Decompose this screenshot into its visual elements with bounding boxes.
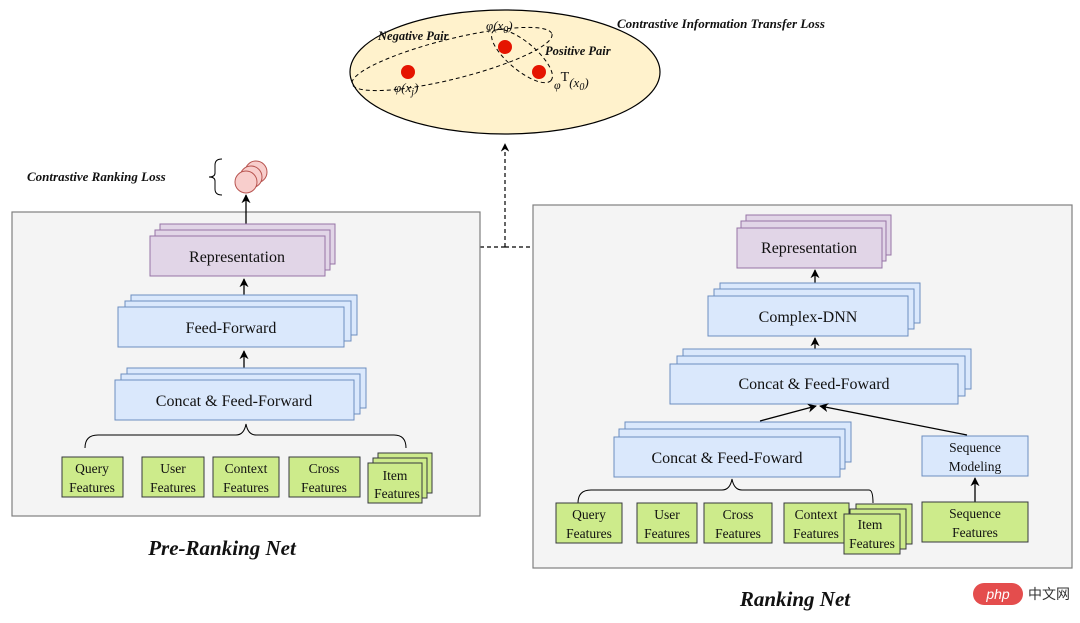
- rank-feature-cross: Cross Features: [703, 502, 773, 544]
- complex-dnn-block: Complex-DNN: [707, 282, 921, 337]
- pre-features: Query Features User Features Context Fea…: [61, 452, 433, 504]
- pre-representation-block: Representation: [149, 223, 336, 277]
- svg-text:Features: Features: [69, 480, 115, 495]
- pre-feature-context: Context Features: [212, 456, 280, 498]
- pre-feed-forward-label: Feed-Forward: [186, 320, 277, 337]
- pre-feature-item: Item Features: [367, 452, 433, 504]
- rank-concat-ff-top-block: Concat & Feed-Foward: [669, 348, 972, 405]
- svg-text:Features: Features: [793, 526, 839, 541]
- contrastive-transfer-loss-title: Contrastive Information Transfer Loss: [617, 16, 825, 31]
- svg-text:User: User: [654, 507, 680, 522]
- rank-concat-ff-top-label: Concat & Feed-Foward: [738, 376, 889, 393]
- pre-concat-ff-label: Concat & Feed-Forward: [156, 393, 312, 410]
- pre-feature-cross: Cross Features: [288, 456, 361, 498]
- negative-pair-label: Negative Pair: [377, 29, 449, 43]
- watermark-brand: php: [985, 586, 1010, 602]
- rank-representation-label: Representation: [761, 240, 857, 257]
- rank-concat-ff-bottom-block: Concat & Feed-Foward: [613, 421, 852, 478]
- pre-representation-label: Representation: [189, 249, 285, 266]
- svg-text:Features: Features: [566, 526, 612, 541]
- rank-feature-item: Item Features: [843, 503, 913, 555]
- svg-text:Context: Context: [795, 507, 838, 522]
- rank-feature-sequence: Sequence Features: [921, 501, 1029, 543]
- svg-text:Sequence: Sequence: [949, 440, 1001, 455]
- svg-text:Features: Features: [150, 480, 196, 495]
- watermark: php 中文网: [973, 583, 1070, 605]
- loss-brace-icon: [208, 158, 223, 196]
- loss-circle-1: [234, 170, 258, 194]
- svg-text:Features: Features: [301, 480, 347, 495]
- pre-ranking-title: Pre-Ranking Net: [147, 536, 297, 560]
- rank-feature-query: Query Features: [555, 502, 623, 544]
- rank-feature-user: User Features: [636, 502, 698, 544]
- svg-text:Features: Features: [223, 480, 269, 495]
- rank-representation-block: Representation: [736, 214, 892, 269]
- positive-point-dot: [532, 65, 546, 79]
- pre-concat-ff-block: Concat & Feed-Forward: [114, 367, 367, 421]
- negative-point-dot: [401, 65, 415, 79]
- pre-feature-user: User Features: [141, 456, 205, 498]
- svg-text:Features: Features: [952, 525, 998, 540]
- svg-text:Item: Item: [858, 517, 883, 532]
- positive-pair-label: Positive Pair: [545, 44, 611, 58]
- svg-text:Sequence: Sequence: [949, 506, 1001, 521]
- sequence-modeling-block: Sequence Modeling: [921, 435, 1029, 477]
- anchor-point-dot: [498, 40, 512, 54]
- svg-text:Item: Item: [383, 468, 408, 483]
- watermark-suffix: 中文网: [1028, 587, 1070, 603]
- contrastive-ranking-loss-label: Contrastive Ranking Loss: [27, 169, 166, 184]
- svg-text:Modeling: Modeling: [949, 459, 1002, 474]
- diagram-canvas: Negative Pair Positive Pair φ(x0) φ(xj) …: [11, 9, 1073, 611]
- svg-text:Features: Features: [644, 526, 690, 541]
- pre-feature-query: Query Features: [61, 456, 124, 498]
- svg-text:Features: Features: [374, 486, 420, 501]
- svg-text:Query: Query: [75, 461, 109, 476]
- svg-text:Context: Context: [225, 461, 268, 476]
- ranking-title: Ranking Net: [739, 587, 851, 611]
- svg-text:Query: Query: [572, 507, 606, 522]
- rank-feature-context: Context Features: [783, 502, 850, 544]
- contrastive-transfer-group: Negative Pair Positive Pair φ(x0) φ(xj) …: [349, 9, 825, 135]
- svg-text:Cross: Cross: [723, 507, 754, 522]
- rank-concat-ff-bottom-label: Concat & Feed-Foward: [651, 450, 802, 467]
- svg-text:Cross: Cross: [309, 461, 340, 476]
- svg-text:User: User: [160, 461, 186, 476]
- svg-text:Features: Features: [849, 536, 895, 551]
- complex-dnn-label: Complex-DNN: [759, 309, 858, 326]
- pre-feed-forward-block: Feed-Forward: [117, 294, 358, 348]
- svg-text:Features: Features: [715, 526, 761, 541]
